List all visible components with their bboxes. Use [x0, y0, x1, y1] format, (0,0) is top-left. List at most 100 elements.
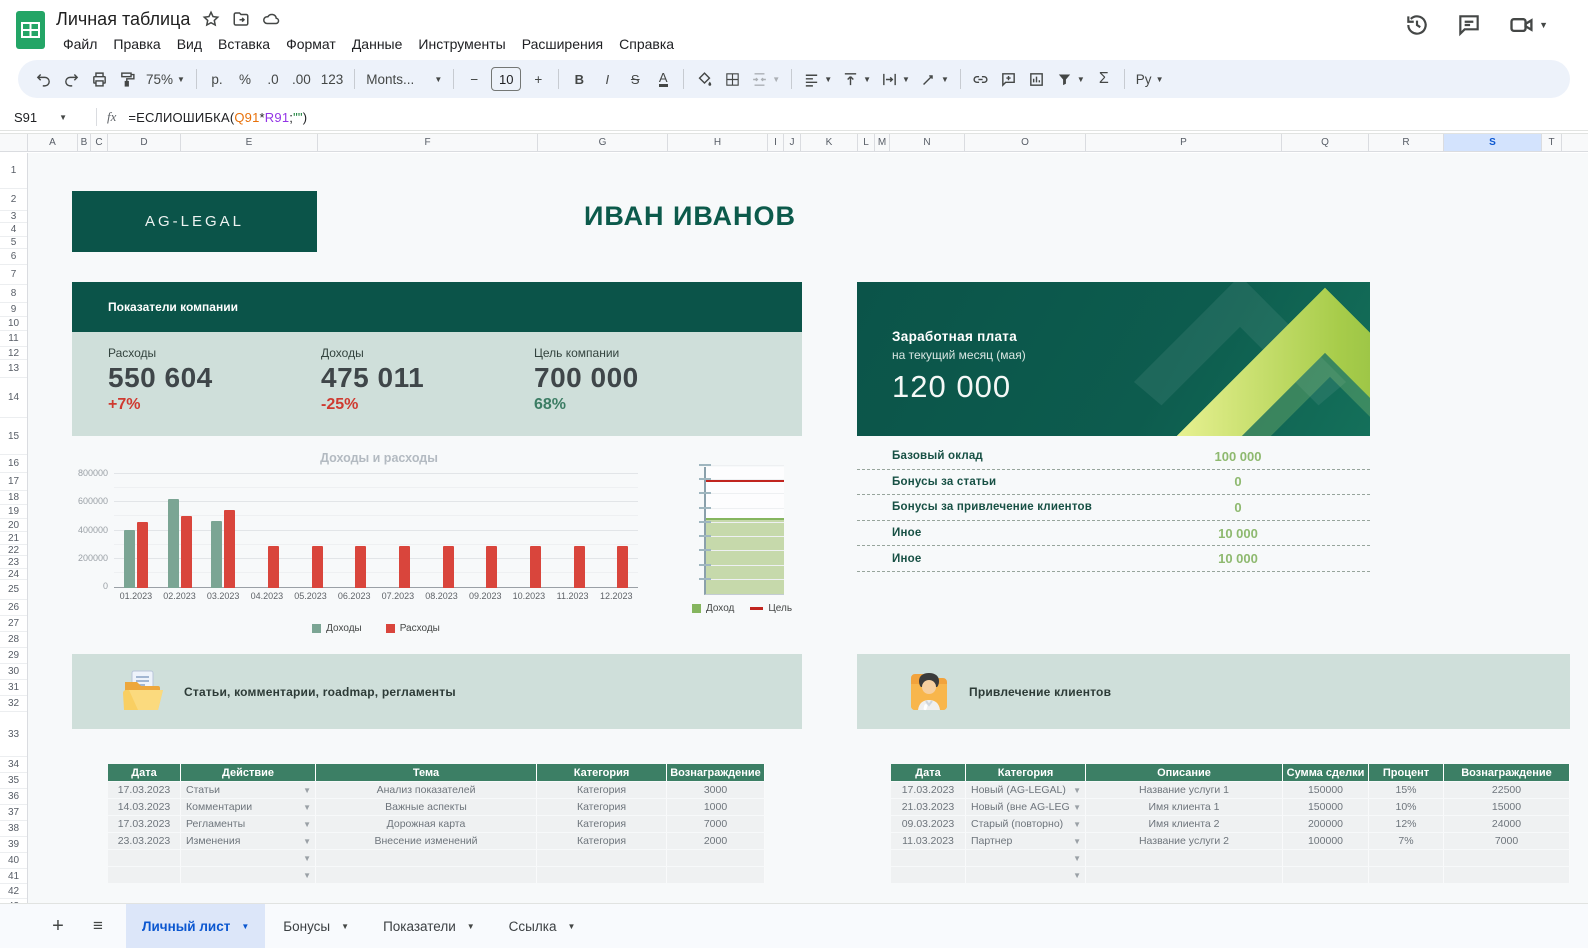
column-header-E[interactable]: E — [181, 134, 318, 151]
salary-item-value[interactable]: 0 — [1158, 500, 1318, 515]
column-header-B[interactable]: B — [78, 134, 91, 151]
row-header-17[interactable]: 17 — [0, 473, 27, 491]
star-icon[interactable] — [202, 10, 220, 28]
row-header-3[interactable]: 3 — [0, 211, 27, 223]
row-header-5[interactable]: 5 — [0, 237, 27, 249]
sheet-tab-2[interactable]: Бонусы ▼ — [267, 904, 365, 948]
row-header-9[interactable]: 9 — [0, 303, 27, 317]
insert-link-button[interactable] — [968, 66, 994, 92]
table-cell[interactable]: ▼ — [181, 850, 316, 866]
horizontal-align-button[interactable]: ▼ — [799, 66, 836, 92]
row-header-29[interactable]: 29 — [0, 648, 27, 664]
sheet-tab-menu-arrow[interactable]: ▼ — [567, 922, 575, 931]
column-header-N[interactable]: N — [890, 134, 965, 151]
column-header-P[interactable]: P — [1086, 134, 1282, 151]
decrease-decimal-button[interactable]: .0 — [260, 66, 286, 92]
font-select[interactable]: Monts... ▼ — [362, 66, 446, 92]
row-header-14[interactable]: 14 — [0, 378, 27, 418]
increase-font-size-button[interactable]: + — [525, 66, 551, 92]
row-header-36[interactable]: 36 — [0, 789, 27, 805]
insert-comment-button[interactable] — [996, 66, 1022, 92]
row-header-42[interactable]: 42 — [0, 884, 27, 899]
cell-dropdown-arrow[interactable]: ▼ — [1073, 854, 1081, 863]
column-header-A[interactable]: A — [28, 134, 78, 151]
column-header-I[interactable]: I — [768, 134, 784, 151]
row-header-41[interactable]: 41 — [0, 869, 27, 884]
table-cell[interactable]: ▼ — [966, 850, 1086, 866]
font-size-input[interactable]: 10 — [491, 67, 522, 91]
menu-item-6[interactable]: Данные — [345, 34, 410, 54]
filter-button[interactable]: ▼ — [1052, 66, 1089, 92]
table-cell[interactable]: Партнер ▼ — [966, 833, 1086, 849]
all-sheets-button[interactable]: ≡ — [86, 904, 110, 948]
italic-button[interactable]: I — [594, 66, 620, 92]
row-header-19[interactable]: 19 — [0, 505, 27, 519]
row-header-28[interactable]: 28 — [0, 632, 27, 648]
print-button[interactable] — [86, 66, 112, 92]
row-header-24[interactable]: 24 — [0, 569, 27, 580]
column-header-M[interactable]: M — [875, 134, 890, 151]
table-cell[interactable]: Статьи ▼ — [181, 782, 316, 798]
borders-button[interactable] — [719, 66, 745, 92]
redo-button[interactable] — [58, 66, 84, 92]
row-header-30[interactable]: 30 — [0, 664, 27, 680]
row-header-32[interactable]: 32 — [0, 696, 27, 712]
paint-format-button[interactable] — [114, 66, 140, 92]
row-header-33[interactable]: 33 — [0, 712, 27, 757]
row-header-43[interactable]: 43 — [0, 899, 27, 904]
increase-decimal-button[interactable]: .00 — [288, 66, 315, 92]
functions-button[interactable]: Σ — [1091, 66, 1117, 92]
table-cell[interactable]: Изменения ▼ — [181, 833, 316, 849]
salary-item-value[interactable]: 100 000 — [1158, 449, 1318, 464]
add-sheet-button[interactable]: + — [46, 904, 70, 948]
spreadsheet-grid[interactable]: 1 2 3 4 5 6 7 8 9 10 11 12 13 14 15 16 17 18 19 20 21 22 23 24 2… — [0, 153, 1588, 903]
row-header-34[interactable]: 34 — [0, 757, 27, 773]
table-cell[interactable]: Новый (AG-LEGAL) ▼ — [966, 782, 1086, 798]
row-header-6[interactable]: 6 — [0, 249, 27, 265]
row-header-37[interactable]: 37 — [0, 805, 27, 821]
cell-dropdown-arrow[interactable]: ▼ — [1073, 837, 1081, 846]
table-cell[interactable]: Старый (повторно) ▼ — [966, 816, 1086, 832]
row-header-23[interactable]: 23 — [0, 556, 27, 569]
menu-item-3[interactable]: Вид — [170, 34, 209, 54]
merge-cells-button[interactable]: ▼ — [747, 66, 784, 92]
menu-item-1[interactable]: Файл — [56, 34, 104, 54]
strikethrough-button[interactable]: S — [622, 66, 648, 92]
salary-item-value[interactable]: 10 000 — [1158, 526, 1318, 541]
row-header-7[interactable]: 7 — [0, 265, 27, 285]
menu-item-4[interactable]: Вставка — [211, 34, 277, 54]
sheet-tab-menu-arrow[interactable]: ▼ — [241, 922, 249, 931]
sheet-tab-1[interactable]: Личный лист ▼ — [126, 904, 266, 948]
text-color-button[interactable]: A — [650, 66, 676, 92]
format-percent-button[interactable]: % — [232, 66, 258, 92]
column-header-J[interactable]: J — [784, 134, 801, 151]
cloud-status-icon[interactable] — [262, 10, 280, 28]
column-header-H[interactable]: H — [668, 134, 768, 151]
row-header-40[interactable]: 40 — [0, 853, 27, 869]
menu-item-2[interactable]: Правка — [106, 34, 167, 54]
column-header-G[interactable]: G — [538, 134, 668, 151]
row-header-21[interactable]: 21 — [0, 532, 27, 545]
row-header-39[interactable]: 39 — [0, 837, 27, 853]
row-header-18[interactable]: 18 — [0, 491, 27, 505]
sheets-logo-icon[interactable] — [16, 11, 45, 49]
menu-item-8[interactable]: Расширения — [515, 34, 610, 54]
insert-chart-button[interactable] — [1024, 66, 1050, 92]
row-header-8[interactable]: 8 — [0, 285, 27, 303]
column-header-O[interactable]: O — [965, 134, 1086, 151]
row-header-38[interactable]: 38 — [0, 821, 27, 837]
sheet-tab-3[interactable]: Показатели ▼ — [367, 904, 491, 948]
video-call-dropdown-arrow[interactable]: ▼ — [1539, 20, 1548, 30]
salary-item-value[interactable]: 10 000 — [1158, 551, 1318, 566]
column-header-D[interactable]: D — [108, 134, 181, 151]
input-tools-button[interactable]: Ру ▼ — [1132, 66, 1168, 92]
text-wrap-button[interactable]: ▼ — [877, 66, 914, 92]
zoom-select[interactable]: 75% ▼ — [142, 66, 189, 92]
row-header-31[interactable]: 31 — [0, 680, 27, 696]
menu-item-9[interactable]: Справка — [612, 34, 681, 54]
sheet-tab-menu-arrow[interactable]: ▼ — [341, 922, 349, 931]
decrease-font-size-button[interactable]: − — [461, 66, 487, 92]
text-rotation-button[interactable]: ▼ — [916, 66, 953, 92]
row-header-1[interactable]: 1 — [0, 153, 27, 189]
row-header-2[interactable]: 2 — [0, 189, 27, 211]
